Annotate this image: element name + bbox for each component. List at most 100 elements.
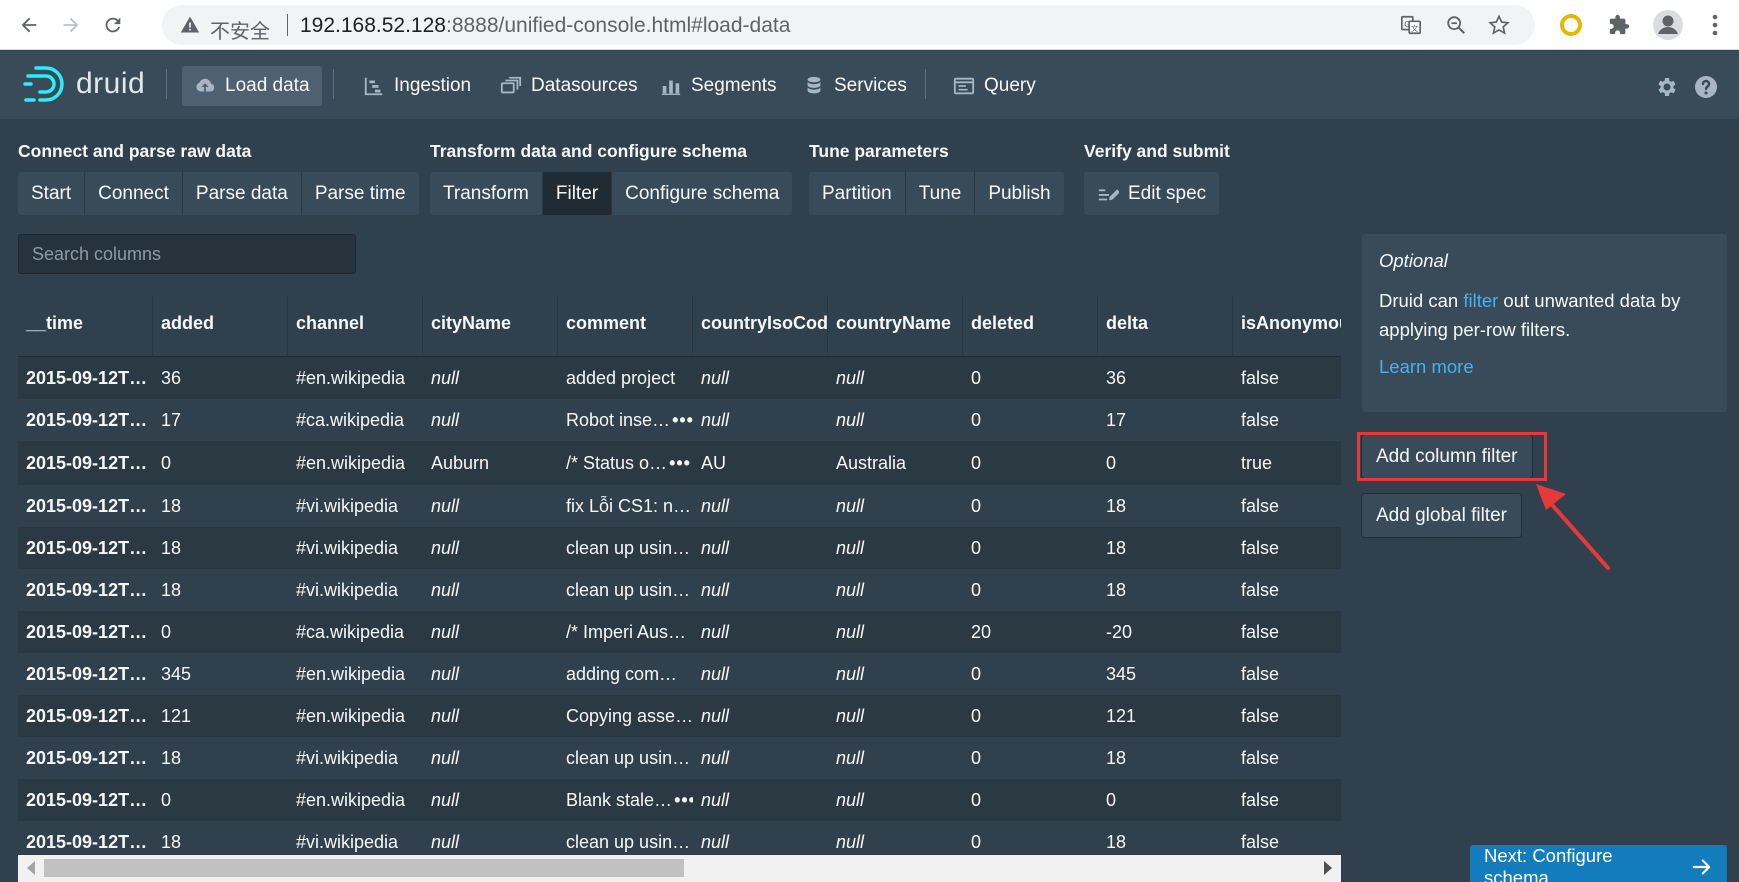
expand-cell-icon[interactable]: ••• xyxy=(674,790,693,811)
browser-menu-icon[interactable] xyxy=(1700,10,1730,40)
nav-load-data[interactable]: Load data xyxy=(182,66,322,106)
learn-more-link[interactable]: Learn more xyxy=(1379,356,1710,378)
column-header[interactable]: comment xyxy=(558,295,693,357)
table-cell-value: 121 xyxy=(1106,705,1137,726)
help-icon[interactable] xyxy=(1694,75,1718,99)
step-connect[interactable]: Connect xyxy=(85,172,183,215)
nav-ingestion[interactable]: Ingestion xyxy=(351,66,483,106)
step-transform[interactable]: Transform xyxy=(430,172,543,215)
column-header[interactable]: isAnonymou xyxy=(1233,295,1341,357)
table-cell: null xyxy=(693,706,828,727)
table-row[interactable]: 2015-09-12T… 121 #en.wikipedia null Copying … xyxy=(18,695,1341,737)
step-parse-time[interactable]: Parse time xyxy=(301,172,419,215)
step-start[interactable]: Start xyxy=(18,172,86,215)
table-cell-value: 17 xyxy=(161,409,182,430)
table-cell: 18 xyxy=(1098,538,1233,559)
add-global-filter-button[interactable]: Add global filter xyxy=(1362,494,1521,537)
table-cell: 2015-09-12T… xyxy=(18,496,153,517)
settings-gear-icon[interactable] xyxy=(1654,75,1678,99)
table-row[interactable]: 2015-09-12T… 36 #en.wikipedia null added pro… xyxy=(18,357,1341,399)
step-publish[interactable]: Publish xyxy=(975,172,1064,215)
bookmark-star-icon[interactable] xyxy=(1488,14,1510,36)
table-cell-value: 345 xyxy=(161,663,192,684)
step-filter[interactable]: Filter xyxy=(542,172,613,215)
filter-doc-link[interactable]: filter xyxy=(1463,290,1498,311)
table-cell: 0 xyxy=(963,368,1098,389)
column-header[interactable]: delta xyxy=(1098,295,1233,357)
table-row[interactable]: 2015-09-12T… 345 #en.wikipedia null adding c… xyxy=(18,653,1341,695)
next-button-label: Next: Configure schema xyxy=(1484,845,1613,882)
table-cell-value: 2015-09-12T… xyxy=(26,747,148,768)
expand-cell-icon[interactable]: ••• xyxy=(672,410,693,431)
table-cell-value: -20 xyxy=(1106,621,1133,642)
table-cell: null xyxy=(693,368,828,389)
table-cell: #vi.wikipedia xyxy=(288,748,423,769)
table-cell-value: 0 xyxy=(971,789,982,810)
table-row[interactable]: 2015-09-12T… 0 #en.wikipedia Auburn /* Statu… xyxy=(18,441,1341,485)
extensions-puzzle-icon[interactable] xyxy=(1604,10,1634,40)
table-row[interactable]: 2015-09-12T… 0 #ca.wikipedia null /* Imperi … xyxy=(18,611,1341,653)
table-header: __time added channel cityName comment country… xyxy=(18,295,1341,357)
step-group-title-connect: Connect and parse raw data xyxy=(18,141,252,161)
column-header[interactable]: deleted xyxy=(963,295,1098,357)
column-header[interactable]: countryIsoCod xyxy=(693,295,828,357)
step-edit-spec[interactable]: Edit spec xyxy=(1084,172,1220,215)
table-cell: 18 xyxy=(153,580,288,601)
table-cell-value: null xyxy=(701,747,730,768)
table-cell-value: null xyxy=(701,367,730,388)
druid-logo[interactable]: druid xyxy=(22,61,145,107)
profile-avatar-icon[interactable] xyxy=(1651,8,1685,42)
nav-segments[interactable]: Segments xyxy=(648,66,789,106)
column-header[interactable]: channel xyxy=(288,295,423,357)
table-cell-value: 0 xyxy=(971,579,982,600)
step-tune[interactable]: Tune xyxy=(905,172,976,215)
table-cell-value: 2015-09-12T… xyxy=(26,705,148,726)
table-row[interactable]: 2015-09-12T… 18 #vi.wikipedia null clean up … xyxy=(18,527,1341,569)
horizontal-scrollbar[interactable] xyxy=(18,855,1341,882)
table-cell-value: true xyxy=(1241,452,1273,473)
table-cell: null xyxy=(423,832,558,853)
table-cell-value: 17 xyxy=(1106,409,1127,430)
column-header[interactable]: countryName xyxy=(828,295,963,357)
scroll-left-arrow-icon[interactable] xyxy=(27,861,35,875)
data-preview-table: __time added channel cityName comment country… xyxy=(18,295,1341,855)
column-header[interactable]: cityName xyxy=(423,295,558,357)
table-row[interactable]: 2015-09-12T… 18 #vi.wikipedia null clean up … xyxy=(18,569,1341,611)
nav-datasources[interactable]: Datasources xyxy=(488,66,650,106)
search-columns-input[interactable]: Search columns xyxy=(18,234,356,274)
address-bar[interactable]: 不安全 192.168.52.128:8888/unified-console.… xyxy=(162,5,1535,45)
table-cell-value: 0 xyxy=(161,621,172,642)
table-cell: false xyxy=(1233,622,1341,643)
table-cell-value: 0 xyxy=(971,663,982,684)
nav-query-label: Query xyxy=(984,75,1036,96)
table-row[interactable]: 2015-09-12T… 18 #vi.wikipedia null clean up … xyxy=(18,821,1341,855)
table-row[interactable]: 2015-09-12T… 17 #ca.wikipedia null Robot ins… xyxy=(18,399,1341,441)
translate-icon[interactable]: G文 xyxy=(1400,14,1422,36)
step-configure-schema[interactable]: Configure schema xyxy=(612,172,793,215)
forward-icon[interactable] xyxy=(56,10,86,40)
nav-services[interactable]: Services xyxy=(791,66,919,106)
table-cell-value: null xyxy=(701,663,730,684)
table-row[interactable]: 2015-09-12T… 18 #vi.wikipedia null fix Lỗi C… xyxy=(18,485,1341,527)
callout-title: Optional xyxy=(1379,250,1448,271)
step-partition[interactable]: Partition xyxy=(809,172,906,215)
back-icon[interactable] xyxy=(14,10,44,40)
expand-cell-icon[interactable]: ••• xyxy=(669,453,691,474)
scroll-right-arrow-icon[interactable] xyxy=(1324,861,1332,875)
next-configure-schema-button[interactable]: Next: Configure schema xyxy=(1470,845,1727,882)
table-cell-value: null xyxy=(431,495,460,516)
column-header[interactable]: __time xyxy=(18,295,153,357)
table-row[interactable]: 2015-09-12T… 0 #en.wikipedia null Blank stal… xyxy=(18,779,1341,821)
table-row[interactable]: 2015-09-12T… 18 #vi.wikipedia null clean up … xyxy=(18,737,1341,779)
table-cell-value: null xyxy=(701,409,730,430)
step-parse-data[interactable]: Parse data xyxy=(182,172,302,215)
table-cell-value: 0 xyxy=(161,789,172,810)
extension-circle-icon[interactable] xyxy=(1556,10,1586,40)
nav-query[interactable]: Query xyxy=(941,66,1048,106)
table-cell: 17 xyxy=(1098,410,1233,431)
zoom-icon[interactable] xyxy=(1445,14,1467,36)
scrollbar-thumb[interactable] xyxy=(44,859,684,877)
table-cell-value: #vi.wikipedia xyxy=(296,579,399,600)
column-header[interactable]: added xyxy=(153,295,288,357)
reload-icon[interactable] xyxy=(98,10,128,40)
